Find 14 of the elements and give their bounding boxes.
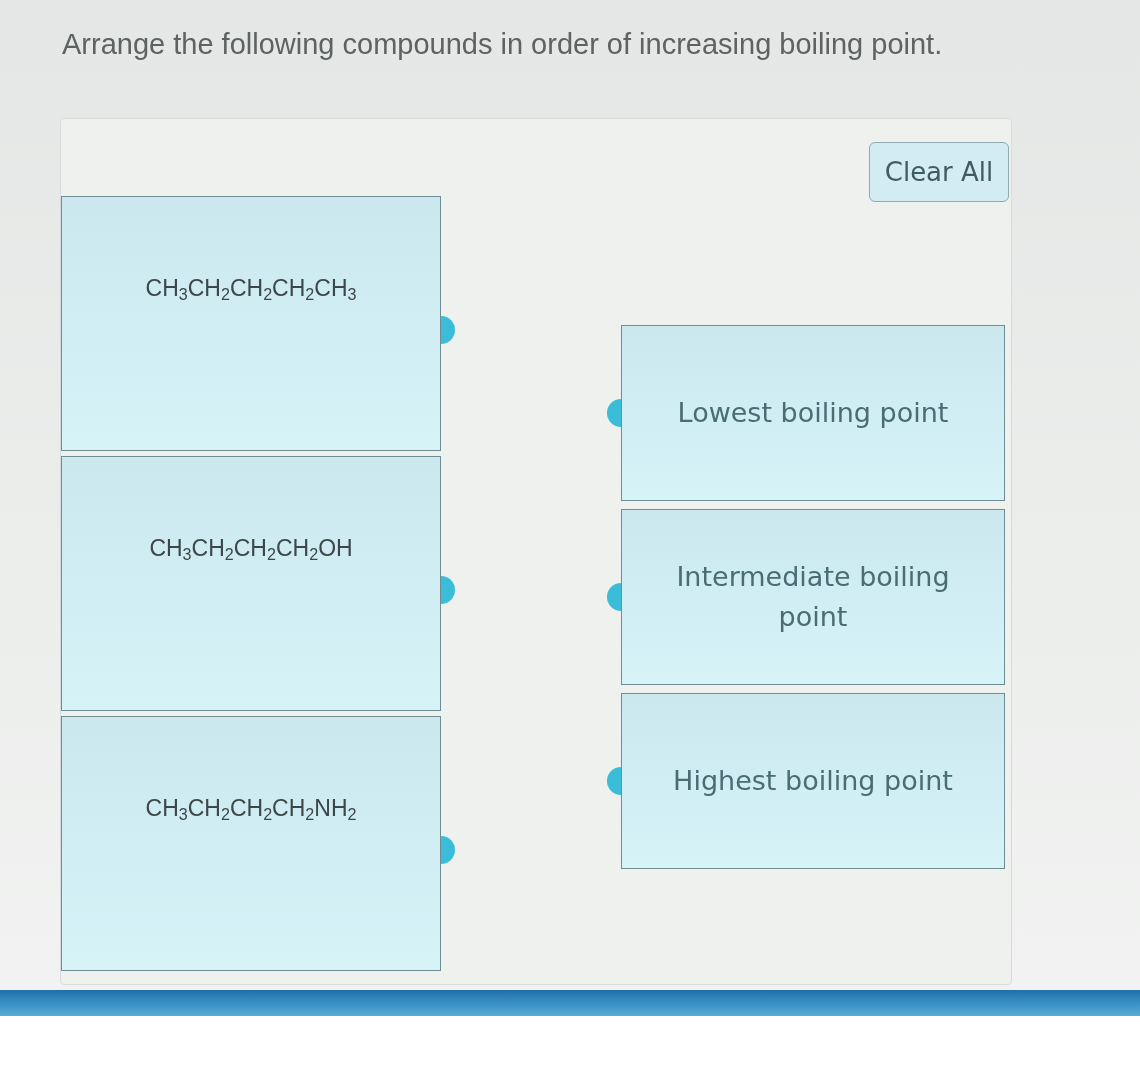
target-label: Lowest boiling point <box>677 396 949 430</box>
compound-formula: CH$_{3}$CH$_{2}$CH$_{2}$CH$_{2}$CH$_{3}$ <box>145 274 357 305</box>
clear-all-button[interactable]: Clear All <box>869 142 1009 202</box>
target-card[interactable]: Lowest boiling point <box>621 325 1005 501</box>
question-text: Arrange the following compounds in order of increasing boiling point. <box>62 27 943 62</box>
compound-card[interactable]: CH$_{3}$CH$_{2}$CH$_{2}$CH$_{2}$OH <box>61 456 441 711</box>
target-label: Highest boiling point <box>673 764 953 798</box>
compound-card[interactable]: CH$_{3}$CH$_{2}$CH$_{2}$CH$_{2}$CH$_{3}$ <box>61 196 441 451</box>
target-card[interactable]: Highest boiling point <box>621 693 1005 869</box>
compound-formula: CH$_{3}$CH$_{2}$CH$_{2}$CH$_{2}$OH <box>149 534 353 565</box>
target-card[interactable]: Intermediate boiling point <box>621 509 1005 685</box>
compound-card[interactable]: CH$_{3}$CH$_{2}$CH$_{2}$CH$_{2}$NH$_{2}$ <box>61 716 441 971</box>
target-label: Intermediate boiling point <box>675 560 951 634</box>
compound-formula: CH$_{3}$CH$_{2}$CH$_{2}$CH$_{2}$NH$_{2}$ <box>145 794 357 825</box>
